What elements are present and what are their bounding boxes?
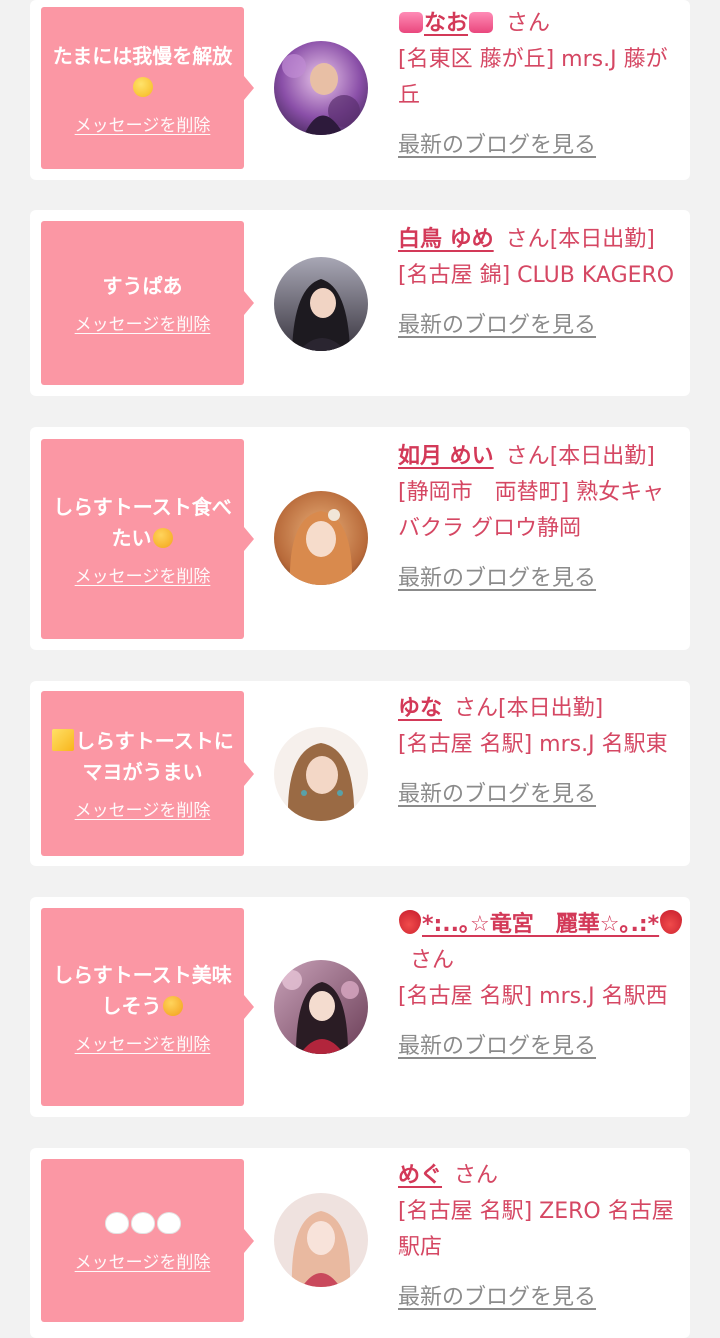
- message-text: しらすトースト美味しそう: [53, 962, 232, 1018]
- strawberry-icon: [660, 910, 683, 934]
- heart-gift-icon: [469, 12, 494, 33]
- honorific: さん: [505, 227, 550, 252]
- smiling-face-icon: [132, 76, 153, 97]
- entry-info: ゆな さん[本日出勤] [名古屋 名駅] mrs.J 名駅東 最新のブログを見る: [398, 691, 686, 813]
- avatar[interactable]: [274, 1193, 368, 1287]
- message-text: たまには我慢を解放: [51, 41, 234, 103]
- entry-info: 白鳥 ゆめ さん[本日出勤] [名古屋 錦] CLUB KAGERO 最新のブログ…: [398, 222, 686, 344]
- shop-info: [名古屋 錦] CLUB KAGERO: [398, 263, 675, 288]
- attendance-status: [本日出勤]: [549, 227, 655, 252]
- message-card: メッセージを削除 めぐ さん [名古屋 名駅] ZERO 名古屋駅店 最新のブログ…: [30, 1148, 690, 1338]
- cast-name-link[interactable]: なお: [424, 11, 468, 36]
- delete-message-link[interactable]: メッセージを削除: [75, 1248, 211, 1273]
- avatar[interactable]: [274, 491, 368, 585]
- shop-info: [名古屋 名駅] mrs.J 名駅西: [398, 984, 668, 1009]
- smiling-face-with-hearts-icon: [162, 995, 183, 1016]
- message-text: しらすトースト食べたい: [53, 494, 232, 550]
- message-bubble: たまには我慢を解放 メッセージを削除: [41, 7, 254, 169]
- white-heart-icon: [156, 1211, 181, 1234]
- honorific: さん: [454, 696, 499, 721]
- white-heart-icon: [130, 1211, 155, 1234]
- cast-name-link[interactable]: めぐ: [398, 1163, 442, 1188]
- latest-blog-link[interactable]: 最新のブログを見る: [398, 1280, 686, 1316]
- sparkles-icon: [52, 729, 75, 751]
- white-heart-icon: [104, 1211, 129, 1234]
- message-card: すうぱあ メッセージを削除 白鳥 ゆめ さん[本日出勤] [名古屋 錦] CLUB…: [30, 210, 690, 396]
- message-text: すうぱあ: [102, 274, 183, 298]
- honorific: さん: [506, 11, 551, 36]
- latest-blog-link[interactable]: 最新のブログを見る: [398, 1029, 686, 1065]
- delete-message-link[interactable]: メッセージを削除: [75, 310, 211, 335]
- shop-info: [名古屋 名駅] ZERO 名古屋駅店: [398, 1199, 674, 1260]
- message-bubble: しらすトースト美味しそう メッセージを削除: [41, 908, 254, 1106]
- attendance-status: [本日出勤]: [498, 696, 604, 721]
- message-card: たまには我慢を解放 メッセージを削除 なお さん [名東区 藤が丘] mrs.J …: [30, 0, 690, 180]
- delete-message-link[interactable]: メッセージを削除: [75, 1030, 211, 1055]
- shop-info: [名古屋 名駅] mrs.J 名駅東: [398, 732, 668, 757]
- message-text: [104, 1209, 182, 1240]
- shop-info: [静岡市 両替町] 熟女キャバクラ グロウ静岡: [398, 480, 665, 541]
- delete-message-link[interactable]: メッセージを削除: [75, 562, 211, 587]
- strawberry-icon: [399, 910, 421, 934]
- latest-blog-link[interactable]: 最新のブログを見る: [398, 128, 686, 164]
- cast-name-link[interactable]: 白鳥 ゆめ: [398, 227, 494, 252]
- entry-info: *:..｡☆竜宮 麗華☆｡.:* さん [名古屋 名駅] mrs.J 名駅西 最新…: [398, 907, 686, 1065]
- attendance-status: [本日出勤]: [549, 444, 655, 469]
- honorific: さん: [454, 1163, 499, 1188]
- delete-message-link[interactable]: メッセージを削除: [75, 796, 211, 821]
- message-bubble: しらすトーストにマヨがうまい メッセージを削除: [41, 691, 254, 856]
- avatar[interactable]: [274, 727, 368, 821]
- honorific: さん: [410, 948, 455, 973]
- heart-gift-icon: [399, 12, 423, 33]
- message-bubble: すうぱあ メッセージを削除: [41, 221, 254, 385]
- message-card: しらすトースト食べたい メッセージを削除 如月 めい さん[本日出勤] [静岡市 …: [30, 427, 690, 650]
- message-card: しらすトーストにマヨがうまい メッセージを削除 ゆな さん[本日出勤] [名古屋 …: [30, 681, 690, 866]
- delete-message-link[interactable]: メッセージを削除: [75, 111, 211, 136]
- shop-info: [名東区 藤が丘] mrs.J 藤が丘: [398, 47, 668, 108]
- cast-name-link[interactable]: ゆな: [398, 696, 442, 721]
- entry-info: なお さん [名東区 藤が丘] mrs.J 藤が丘 最新のブログを見る: [398, 6, 686, 164]
- latest-blog-link[interactable]: 最新のブログを見る: [398, 308, 686, 344]
- entry-info: めぐ さん [名古屋 名駅] ZERO 名古屋駅店 最新のブログを見る: [398, 1158, 686, 1316]
- avatar[interactable]: [274, 41, 368, 135]
- message-list: たまには我慢を解放 メッセージを削除 なお さん [名東区 藤が丘] mrs.J …: [0, 0, 720, 1338]
- heart-eyes-face-icon: [152, 527, 173, 548]
- message-text: しらすトーストにマヨがうまい: [51, 726, 234, 788]
- cast-name-link[interactable]: *:..｡☆竜宮 麗華☆｡.:*: [422, 912, 659, 937]
- message-card: しらすトースト美味しそう メッセージを削除 *:..｡☆竜宮 麗華☆｡.:* さん…: [30, 897, 690, 1117]
- message-bubble: しらすトースト食べたい メッセージを削除: [41, 439, 254, 639]
- honorific: さん: [505, 444, 550, 469]
- message-bubble: メッセージを削除: [41, 1159, 254, 1322]
- latest-blog-link[interactable]: 最新のブログを見る: [398, 561, 686, 597]
- cast-name-link[interactable]: 如月 めい: [398, 444, 494, 469]
- entry-info: 如月 めい さん[本日出勤] [静岡市 両替町] 熟女キャバクラ グロウ静岡 最新…: [398, 439, 686, 597]
- avatar[interactable]: [274, 257, 368, 351]
- avatar[interactable]: [274, 960, 368, 1054]
- latest-blog-link[interactable]: 最新のブログを見る: [398, 777, 686, 813]
